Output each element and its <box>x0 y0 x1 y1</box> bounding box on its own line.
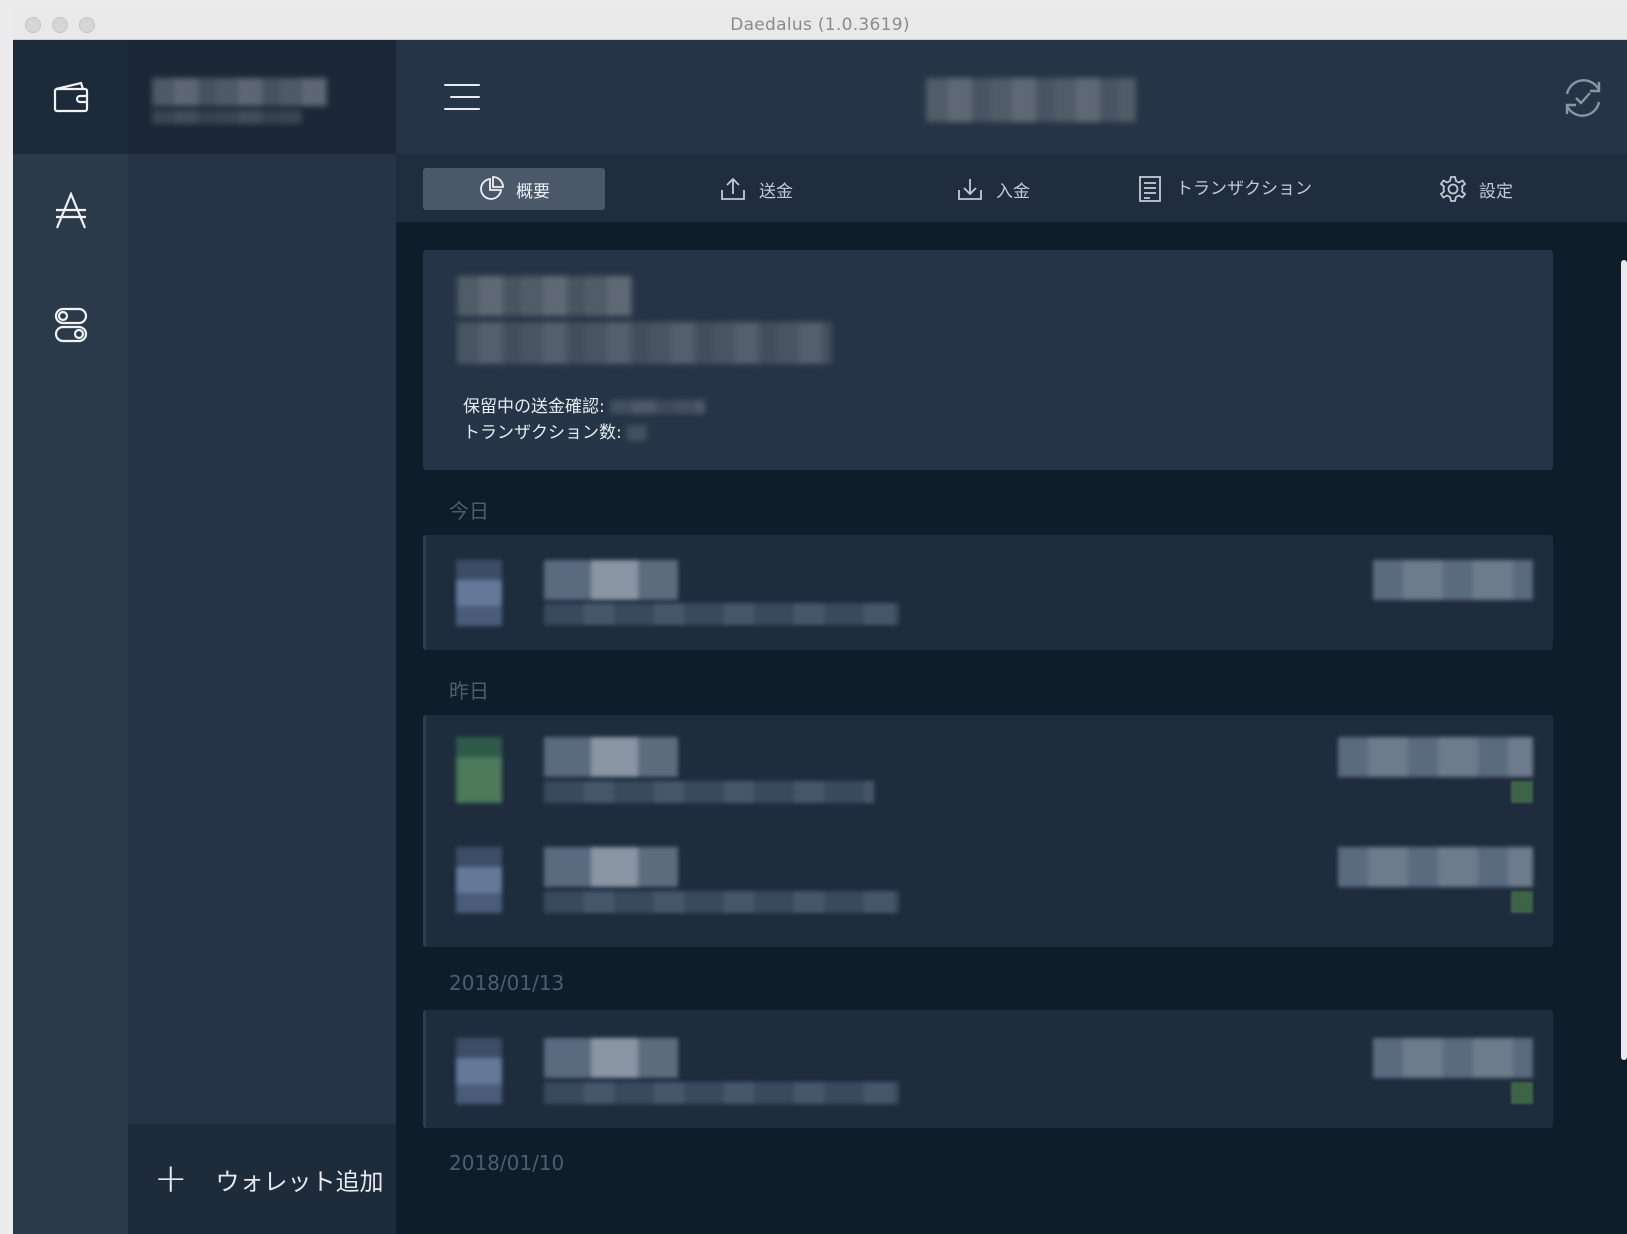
transaction-status-tag <box>1511 891 1533 913</box>
tx-count-value-redacted <box>627 425 648 441</box>
menu-line-icon <box>444 108 480 110</box>
transaction-count: トランザクション数: <box>463 418 648 443</box>
tab-receive[interactable]: 入金 <box>923 168 1063 210</box>
transaction-type-icon <box>456 1038 502 1104</box>
scrollbar[interactable] <box>1621 260 1627 1060</box>
settings-toggle-icon <box>54 307 87 343</box>
tab-label: 設定 <box>1479 181 1513 202</box>
date-group-today: 今日 <box>449 499 489 523</box>
wallet-item-active[interactable] <box>128 40 396 154</box>
date-group-2018-01-13: 2018/01/13 <box>449 971 565 995</box>
menu-button[interactable] <box>444 84 484 112</box>
wallet-name-redacted <box>152 78 327 106</box>
tab-send[interactable]: 送金 <box>686 168 826 210</box>
tx-count-label: トランザクション数: <box>463 423 622 443</box>
summary-icon <box>480 176 504 200</box>
menu-line-icon <box>444 84 480 86</box>
window-title: Daedalus (1.0.3619) <box>730 15 910 35</box>
app-window: Daedalus (1.0.3619) + ウォレット追加 概要 送金 入金 ト… <box>13 8 1627 1234</box>
transaction-details-redacted <box>544 603 899 625</box>
wallet-balance-redacted <box>152 110 302 124</box>
transaction-title-redacted <box>544 560 678 600</box>
wallet-icon <box>53 81 88 113</box>
title-bar: Daedalus (1.0.3619) <box>13 8 1627 40</box>
ada-icon <box>55 192 86 229</box>
pending-label: 保留中の送金確認: <box>463 397 605 417</box>
date-group-2018-01-10: 2018/01/10 <box>449 1151 565 1175</box>
sidebar-item-ada-redemption[interactable] <box>13 154 128 268</box>
tab-label: 概要 <box>516 181 550 202</box>
sidebar-item-wallets[interactable] <box>13 40 128 154</box>
pending-value-redacted <box>610 400 706 414</box>
transaction-details-redacted <box>544 781 874 803</box>
pending-confirmations: 保留中の送金確認: <box>463 392 706 417</box>
sync-status-icon[interactable] <box>1559 74 1607 122</box>
tab-label: 送金 <box>759 181 793 202</box>
gear-icon <box>1439 176 1467 202</box>
send-icon <box>721 177 745 200</box>
main-content: 概要 送金 入金 トランザクション 設定 保留中の送金確認: トランザクション数… <box>396 40 1627 1234</box>
transaction-amount-redacted <box>1338 847 1533 887</box>
add-wallet-label: ウォレット追加 <box>215 1167 384 1196</box>
transactions-icon <box>1139 176 1161 202</box>
transaction-type-icon <box>456 847 502 913</box>
wallet-name-redacted <box>457 276 632 316</box>
transaction-amount-redacted <box>1373 560 1533 600</box>
wallet-summary-card: 保留中の送金確認: トランザクション数: <box>423 250 1553 470</box>
transaction-details-redacted <box>544 891 899 913</box>
wallet-tabs: 概要 送金 入金 トランザクション 設定 <box>396 154 1627 222</box>
transaction-group <box>423 715 1553 947</box>
receive-icon <box>958 179 982 200</box>
tab-label: トランザクション <box>1176 179 1312 199</box>
transaction-type-icon <box>456 560 502 626</box>
menu-line-icon <box>450 96 480 98</box>
wallet-list: + ウォレット追加 <box>128 40 396 1234</box>
tab-transactions[interactable]: トランザクション <box>1116 168 1336 210</box>
transaction-title-redacted <box>544 847 678 887</box>
transaction-amount-redacted <box>1338 737 1533 777</box>
transaction-status-tag <box>1511 781 1533 803</box>
plus-icon: + <box>154 1156 188 1202</box>
add-wallet-button[interactable]: + ウォレット追加 <box>128 1124 396 1234</box>
date-group-yesterday: 昨日 <box>449 679 489 703</box>
top-bar <box>396 40 1627 154</box>
transaction-title-redacted <box>544 737 678 777</box>
transaction-row[interactable] <box>426 715 1553 825</box>
sidebar-item-settings[interactable] <box>13 268 128 382</box>
sidebar-rail <box>13 40 128 1234</box>
tab-label: 入金 <box>996 181 1030 202</box>
transaction-type-icon <box>456 737 502 803</box>
tab-summary[interactable]: 概要 <box>423 168 605 210</box>
wallet-balance-redacted <box>457 322 832 364</box>
transaction-row[interactable] <box>423 535 1553 650</box>
wallet-title-redacted <box>926 78 1136 122</box>
transaction-title-redacted <box>544 1038 678 1078</box>
tab-settings[interactable]: 設定 <box>1406 168 1546 210</box>
transaction-amount-redacted <box>1373 1038 1533 1078</box>
transaction-row[interactable] <box>426 825 1553 947</box>
transaction-details-redacted <box>544 1082 899 1104</box>
transaction-status-tag <box>1511 1082 1533 1104</box>
transaction-row[interactable] <box>423 1010 1553 1128</box>
